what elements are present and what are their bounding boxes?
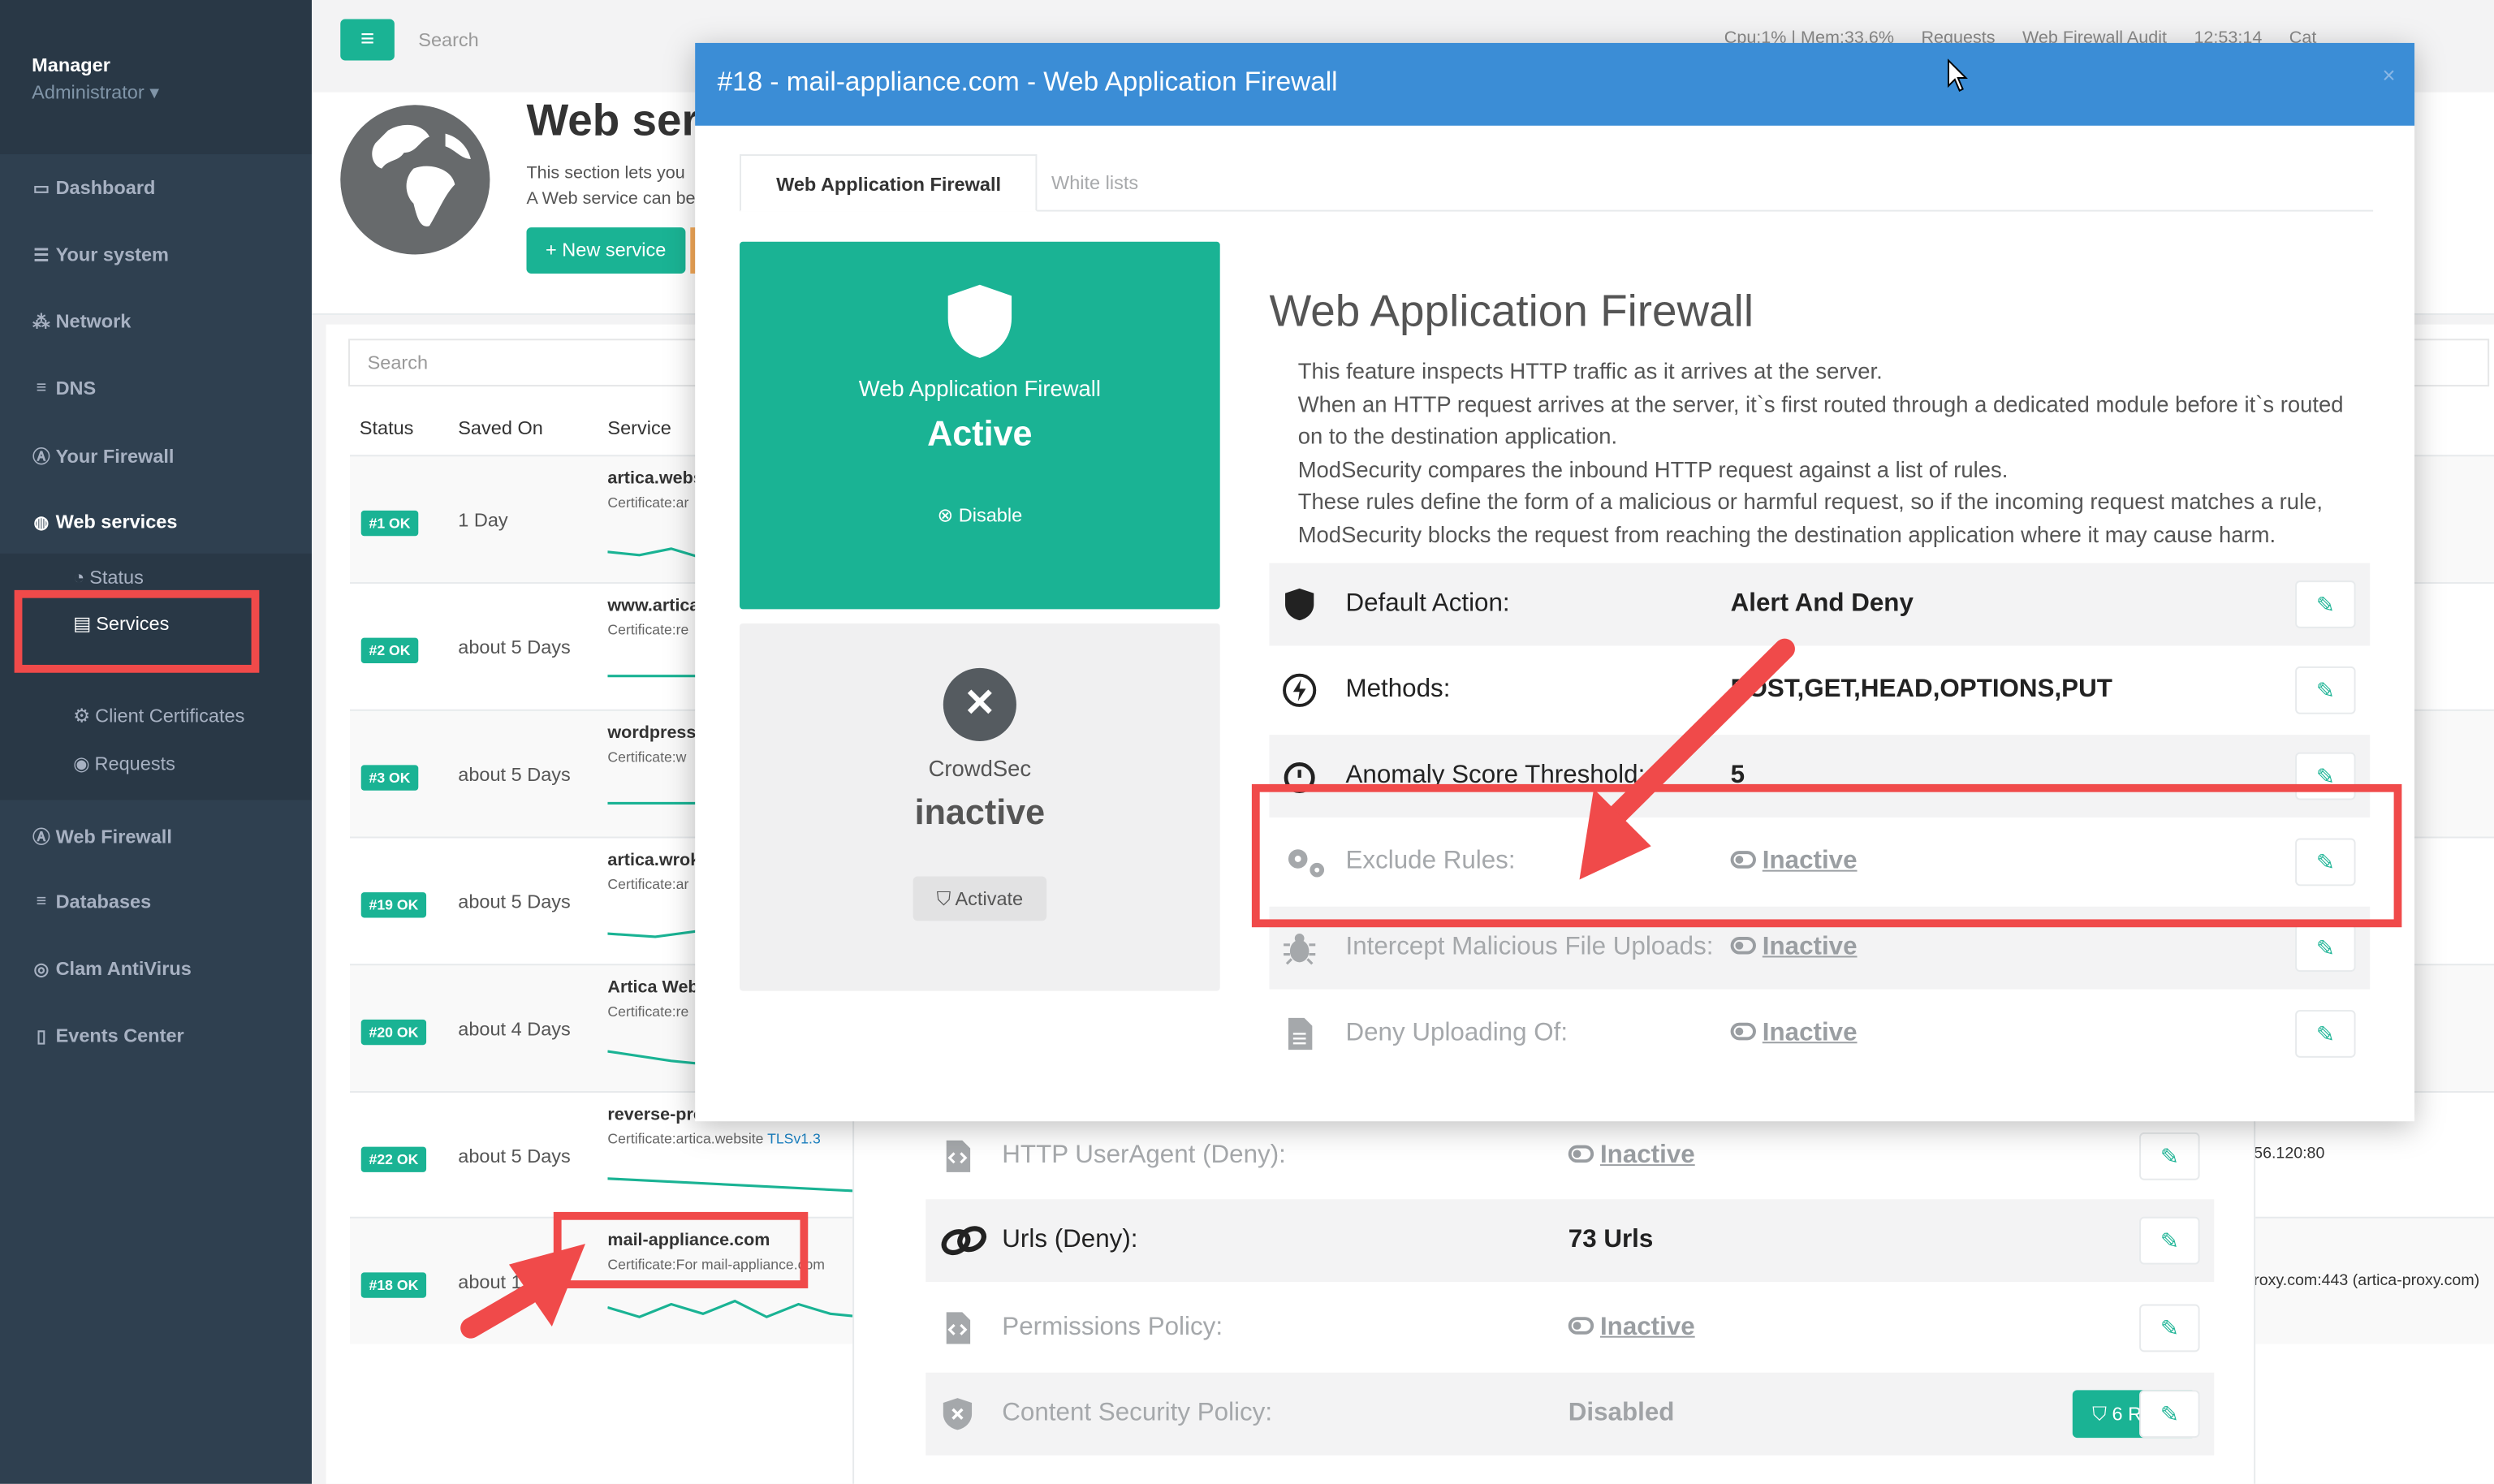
mouse-cursor-icon <box>1948 58 1968 93</box>
annotation-arrows <box>460 638 1795 1339</box>
annotation-arrow <box>460 1244 585 1339</box>
screen: Manager Administrator ▾ ▭ Dashboard ☰ Your… <box>0 0 2494 1484</box>
annotation-arrow <box>1579 638 1795 880</box>
